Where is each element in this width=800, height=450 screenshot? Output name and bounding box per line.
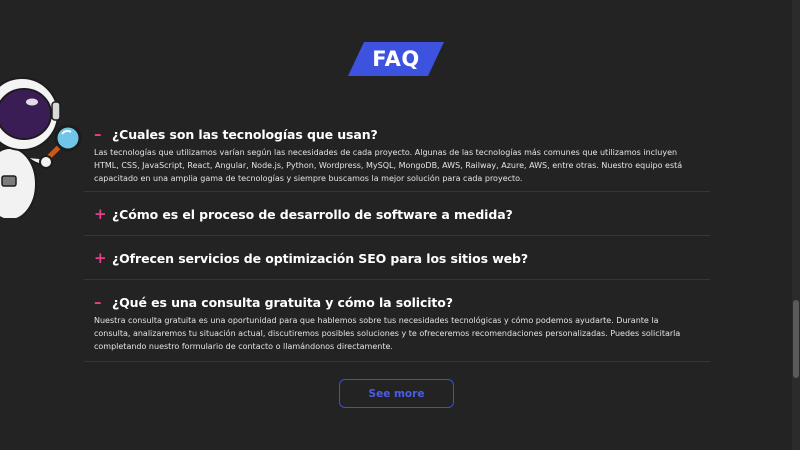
page-title: FAQ xyxy=(372,47,420,71)
faq-question-toggle[interactable]: + ¿Cómo es el proceso de desarrollo de s… xyxy=(84,205,710,223)
faq-title-badge: FAQ xyxy=(348,42,444,76)
collapse-icon[interactable]: – xyxy=(84,293,112,311)
faq-answer: Nuestra consulta gratuita es una oportun… xyxy=(94,316,681,351)
faq-item: – ¿Qué es una consulta gratuita y cómo l… xyxy=(84,280,710,362)
faq-question[interactable]: ¿Cuales son las tecnologías que usan? xyxy=(112,127,378,142)
faq-question[interactable]: ¿Ofrecen servicios de optimización SEO p… xyxy=(112,251,528,266)
faq-list: – ¿Cuales son las tecnologías que usan? … xyxy=(84,118,710,362)
scrollbar[interactable] xyxy=(792,0,800,450)
faq-item: + ¿Cómo es el proceso de desarrollo de s… xyxy=(84,192,710,236)
faq-question-toggle[interactable]: – ¿Cuales son las tecnologías que usan? xyxy=(84,125,710,143)
scrollbar-thumb[interactable] xyxy=(793,300,799,378)
faq-item: – ¿Cuales son las tecnologías que usan? … xyxy=(84,118,710,192)
faq-answer: Las tecnologías que utilizamos varían se… xyxy=(94,148,683,183)
faq-question-toggle[interactable]: + ¿Ofrecen servicios de optimización SEO… xyxy=(84,249,710,267)
astronaut-mascot-icon xyxy=(0,77,82,218)
expand-icon[interactable]: + xyxy=(84,249,112,267)
expand-icon[interactable]: + xyxy=(84,205,112,223)
faq-question-toggle[interactable]: – ¿Qué es una consulta gratuita y cómo l… xyxy=(84,293,710,311)
see-more-button[interactable]: See more xyxy=(339,379,454,408)
faq-item: + ¿Ofrecen servicios de optimización SEO… xyxy=(84,236,710,280)
collapse-icon[interactable]: – xyxy=(84,125,112,143)
faq-question[interactable]: ¿Qué es una consulta gratuita y cómo la … xyxy=(112,295,453,310)
faq-question[interactable]: ¿Cómo es el proceso de desarrollo de sof… xyxy=(112,207,513,222)
faq-page: FAQ – ¿Cuales son las tecnologías que us… xyxy=(0,0,800,450)
